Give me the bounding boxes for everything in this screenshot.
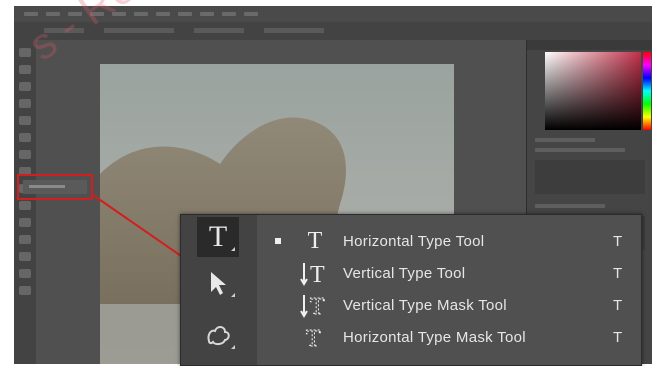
horizontal-type-icon: T [307,227,323,254]
horizontal-type-tool-button[interactable]: T [197,217,239,257]
type-tool-icon: T [208,220,228,253]
flyout-item-vertical-type-mask[interactable]: T Vertical Type Mask Tool T [257,289,641,321]
type-tool-flyout-menu: T Horizontal Type Tool T T Vertical Type… [257,215,641,365]
custom-shape-tool-button[interactable] [197,315,239,355]
svg-text:T: T [310,262,325,287]
svg-text:T: T [306,326,321,351]
custom-shape-icon [207,326,230,346]
type-tool-flyout-callout: T T Horizontal Type Tool T T Vertical Ty… [180,214,642,366]
zoomed-tools-panel: T [181,215,258,365]
flyout-item-horizontal-type[interactable]: T Horizontal Type Tool T [257,225,641,257]
horizontal-type-mask-icon: T [297,322,333,352]
flyout-item-horizontal-type-mask[interactable]: T Horizontal Type Mask Tool T [257,321,641,353]
vertical-type-mask-icon: T [297,290,333,320]
move-tool-button[interactable] [197,263,239,303]
vertical-type-icon: T [297,258,333,288]
selected-indicator [275,238,281,244]
flyout-item-vertical-type[interactable]: T Vertical Type Tool T [257,257,641,289]
svg-text:T: T [310,294,325,319]
move-tool-icon [211,272,226,295]
